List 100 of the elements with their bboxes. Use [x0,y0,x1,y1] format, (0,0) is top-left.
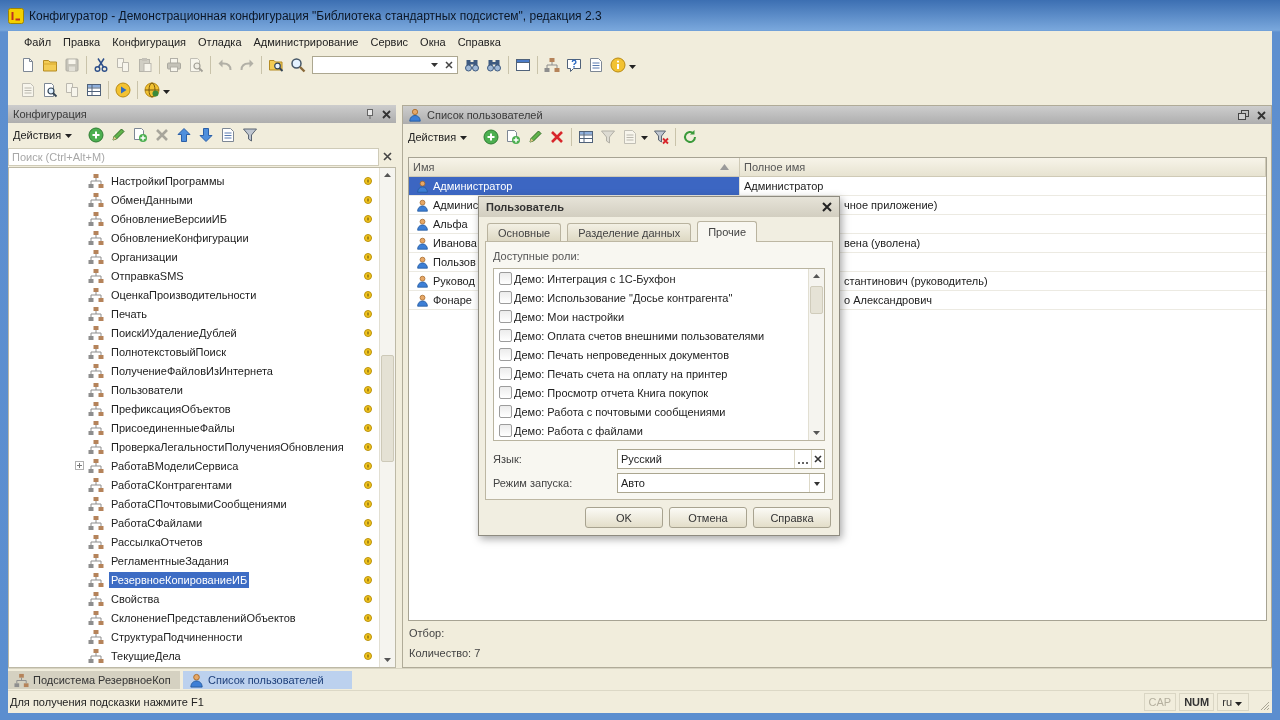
close-icon[interactable] [382,109,391,119]
checkbox[interactable] [499,329,512,342]
help-button[interactable]: Справка [753,507,831,528]
checkbox[interactable] [499,405,512,418]
menu-item[interactable]: Правка [57,36,107,48]
close-icon[interactable] [1257,110,1266,120]
tree-item[interactable]: Организации [109,248,180,265]
language-field[interactable]: Русский [617,449,825,469]
checkbox[interactable] [499,386,512,399]
caret-icon[interactable] [460,136,468,140]
new-document-icon[interactable] [20,57,36,73]
hierarchy-icon[interactable] [544,57,560,73]
launch-mode-field[interactable]: Авто [617,473,825,493]
column-header[interactable]: Полное имя [740,158,1266,177]
window-tab[interactable]: Список пользователей [183,671,352,689]
search-icon[interactable] [290,57,306,73]
table-icon[interactable] [86,82,102,98]
binoculars-icon[interactable] [464,57,480,73]
refresh-icon[interactable] [682,128,699,145]
column-header[interactable]: Имя [409,158,740,177]
menu-item[interactable]: Справка [451,36,507,48]
menu-item[interactable]: Администрирование [247,36,365,48]
caret-icon[interactable] [163,89,170,94]
tree-item[interactable]: СклонениеПредставленийОбъектов [109,609,298,626]
tab[interactable]: Прочие [697,221,758,242]
tree-item[interactable]: Пользователи [109,381,185,398]
actions-menu-button[interactable]: Действия [10,128,78,141]
clear-icon[interactable] [445,61,453,69]
add-icon[interactable] [483,128,500,145]
close-icon[interactable] [822,202,832,212]
scroll-thumb[interactable] [381,355,394,462]
tree-item[interactable]: ОбновлениеКонфигурации [109,229,251,246]
globe-icon[interactable] [144,82,160,98]
scrollbar[interactable] [379,168,395,667]
help-icon[interactable] [566,57,582,73]
more-icon[interactable] [794,450,811,468]
folder-search-icon[interactable] [268,57,284,73]
add-icon[interactable] [88,126,105,143]
cancel-button[interactable]: Отмена [669,507,747,528]
window-icon[interactable] [515,57,531,73]
tree-item[interactable]: ПрисоединенныеФайлы [109,419,237,436]
tree-item[interactable]: ОценкаПроизводительности [109,286,259,303]
play-icon[interactable] [115,82,131,98]
duplicate-icon[interactable] [505,128,522,145]
clear-icon[interactable] [383,152,392,161]
pencil-icon[interactable] [110,126,127,143]
dropdown-arrow-icon[interactable] [431,63,438,67]
tree-item[interactable]: Свойства [109,590,162,607]
tree-item[interactable]: ПолнотекстовыйПоиск [109,343,229,360]
tree-item[interactable]: РаботаСКонтрагентами [109,476,234,493]
tree-item[interactable]: РегламентныеЗадания [109,552,231,569]
duplicate-icon[interactable] [132,126,149,143]
page-magnifier-icon[interactable] [42,82,58,98]
folder-icon[interactable] [42,57,58,73]
document-lines-icon[interactable] [220,126,237,143]
tree-item[interactable]: ОбновлениеВерсииИБ [109,210,229,227]
restore-icon[interactable] [1238,110,1249,120]
filter-clear-icon[interactable] [653,128,670,145]
tree-item[interactable]: РассылкаОтчетов [109,533,205,550]
tree-item[interactable]: РаботаСФайлами [109,514,205,531]
window-tab[interactable]: Подсистема РезервноеКоп [8,671,180,689]
scroll-thumb[interactable] [810,286,823,314]
menu-item[interactable]: Окна [414,36,452,48]
filter-icon[interactable] [242,126,259,143]
menu-item[interactable]: Сервис [364,36,415,48]
checkbox[interactable] [499,348,512,361]
caret-icon[interactable] [641,136,649,140]
name-cell[interactable]: Администратор [409,177,740,195]
tree-item[interactable]: РаботаВМоделиСервиса [109,457,241,474]
caret-icon[interactable] [629,64,636,69]
scissors-icon[interactable] [93,57,109,73]
tree-item[interactable]: ОбменДанными [109,191,195,208]
pin-icon[interactable] [366,109,374,119]
checkbox[interactable] [499,424,512,437]
actions-menu-button[interactable]: Действия [405,130,473,143]
checkbox[interactable] [499,272,512,285]
checkbox[interactable] [499,291,512,304]
expand-icon[interactable] [75,461,84,470]
resize-grip-icon[interactable] [1260,701,1270,711]
language-indicator[interactable]: ru [1217,693,1249,711]
menu-item[interactable]: Файл [18,36,58,48]
caret-icon[interactable] [1235,701,1242,706]
tab[interactable]: Основные [487,223,562,241]
delete-icon[interactable] [549,128,566,145]
tree-item[interactable]: РезервноеКопированиеИБ [109,571,250,588]
search-combo-field[interactable] [312,56,458,74]
arrow-down-icon[interactable] [198,126,215,143]
checkbox[interactable] [499,367,512,380]
tree-item[interactable]: Печать [109,305,150,322]
caret-icon[interactable] [65,134,73,138]
document-lines-icon[interactable] [588,57,604,73]
scrollbar[interactable] [808,269,824,440]
tree-item[interactable]: ОтправкаSMS [109,267,186,284]
tree-item[interactable]: ТекущиеДела [109,647,183,664]
tree-item[interactable]: ПроверкаЛегальностиПолученияОбновления [109,438,346,455]
tree-item[interactable]: НастройкиПрограммы [109,172,227,189]
menu-item[interactable]: Отладка [192,36,248,48]
arrow-up-icon[interactable] [176,126,193,143]
tree-item[interactable]: РаботаСПочтовымиСообщениями [109,495,289,512]
table-icon[interactable] [578,128,595,145]
